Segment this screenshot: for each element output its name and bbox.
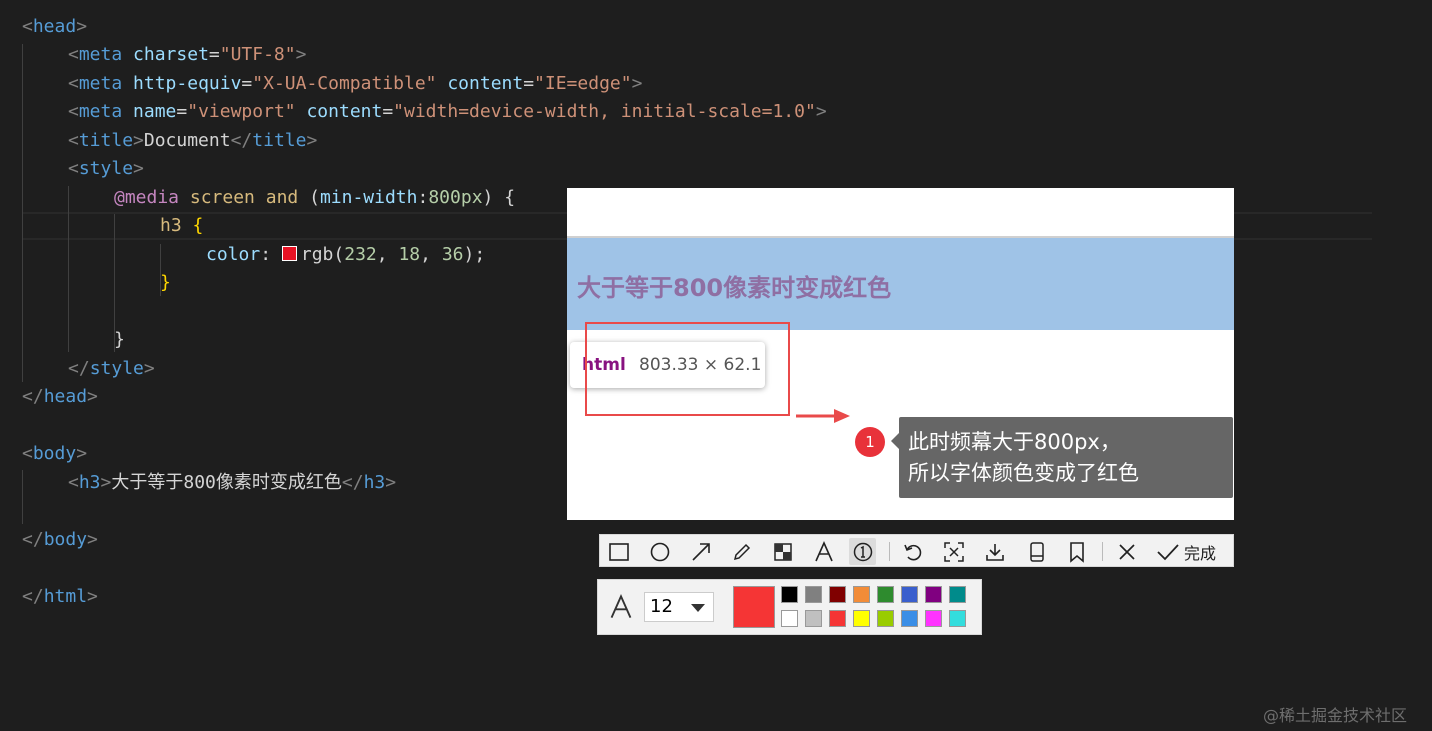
palette-swatch[interactable] xyxy=(877,610,894,627)
code-line: </head> xyxy=(22,386,98,407)
callout-line-2: 所以字体颜色变成了红色 xyxy=(908,461,1139,485)
code-line: } xyxy=(160,272,171,293)
code-line: </style> xyxy=(68,358,155,379)
done-label: 完成 xyxy=(1184,543,1217,563)
ocr-icon[interactable] xyxy=(940,538,967,565)
code-line: <body> xyxy=(22,443,88,464)
mosaic-icon[interactable] xyxy=(769,538,796,565)
number-marker[interactable]: 1 xyxy=(855,427,885,457)
font-size-select[interactable]: 12 xyxy=(644,592,714,622)
toolbar-separator xyxy=(1102,542,1103,561)
arrow-icon[interactable] xyxy=(687,538,714,565)
screenshot-toolbar: 完成 xyxy=(599,534,1234,567)
palette-swatch[interactable] xyxy=(781,610,798,627)
code-line: <head> xyxy=(22,16,88,37)
text-icon xyxy=(610,594,632,619)
code-line: <meta http-equiv="X-UA-Compatible" conte… xyxy=(68,73,643,94)
font-size-value: 12 xyxy=(650,596,673,617)
annotation-rectangle[interactable] xyxy=(585,322,790,416)
code-line: <h3>大于等于800像素时变成红色</h3> xyxy=(68,472,397,493)
code-line: </body> xyxy=(22,529,98,550)
number-marker-icon[interactable] xyxy=(849,538,876,565)
palette-swatch[interactable] xyxy=(853,586,870,603)
text-style-bar: 12 xyxy=(597,579,982,635)
indent-guide xyxy=(68,186,69,352)
code-line: <style> xyxy=(68,158,144,179)
palette-swatch[interactable] xyxy=(901,610,918,627)
palette-swatch[interactable] xyxy=(829,586,846,603)
color-swatch-icon[interactable] xyxy=(281,246,297,261)
palette-swatch[interactable] xyxy=(781,586,798,603)
bookmark-icon[interactable] xyxy=(1063,538,1090,565)
code-line: <meta charset="UTF-8"> xyxy=(68,44,307,65)
preview-top-area xyxy=(567,188,1234,238)
palette-swatch[interactable] xyxy=(805,586,822,603)
palette-swatch[interactable] xyxy=(925,610,942,627)
watermark: @稀土掘金技术社区 xyxy=(1263,706,1408,725)
current-color[interactable] xyxy=(733,586,775,628)
check-icon xyxy=(1157,543,1179,560)
toolbar-separator xyxy=(889,542,890,561)
code-line: <meta name="viewport" content="width=dev… xyxy=(68,101,827,122)
preview-heading: 大于等于800像素时变成红色 xyxy=(577,274,892,302)
palette-swatch[interactable] xyxy=(805,610,822,627)
palette-swatch[interactable] xyxy=(829,610,846,627)
code-line: <title>Document</title> xyxy=(68,130,318,151)
done-button[interactable]: 完成 xyxy=(1156,538,1216,565)
palette-swatch[interactable] xyxy=(853,610,870,627)
close-icon[interactable] xyxy=(1113,538,1140,565)
rectangle-icon[interactable] xyxy=(605,538,632,565)
code-line: color: rgb(232, 18, 36); xyxy=(206,244,486,265)
pin-icon[interactable] xyxy=(1023,538,1050,565)
indent-guide xyxy=(22,470,23,524)
code-line: h3 { xyxy=(160,215,204,236)
ellipse-icon[interactable] xyxy=(646,538,673,565)
palette-swatch[interactable] xyxy=(949,610,966,627)
annotation-arrow-icon[interactable] xyxy=(794,405,854,427)
download-icon[interactable] xyxy=(981,538,1008,565)
palette-swatch[interactable] xyxy=(901,586,918,603)
callout-line-1: 此时频幕大于800px， xyxy=(908,430,1121,454)
palette-swatch[interactable] xyxy=(925,586,942,603)
chevron-down-icon xyxy=(691,604,705,612)
text-icon[interactable] xyxy=(810,538,837,565)
code-line: @media screen and (min-width:800px) { xyxy=(114,187,516,208)
callout-arrow xyxy=(891,433,899,449)
annotation-callout[interactable]: 此时频幕大于800px， 所以字体颜色变成了红色 xyxy=(899,417,1233,498)
palette-swatch[interactable] xyxy=(949,586,966,603)
code-line: </html> xyxy=(22,586,98,607)
undo-icon[interactable] xyxy=(899,538,926,565)
indent-guide xyxy=(22,44,23,382)
palette-swatch[interactable] xyxy=(877,586,894,603)
code-line: } xyxy=(114,329,125,350)
pen-icon[interactable] xyxy=(728,538,755,565)
